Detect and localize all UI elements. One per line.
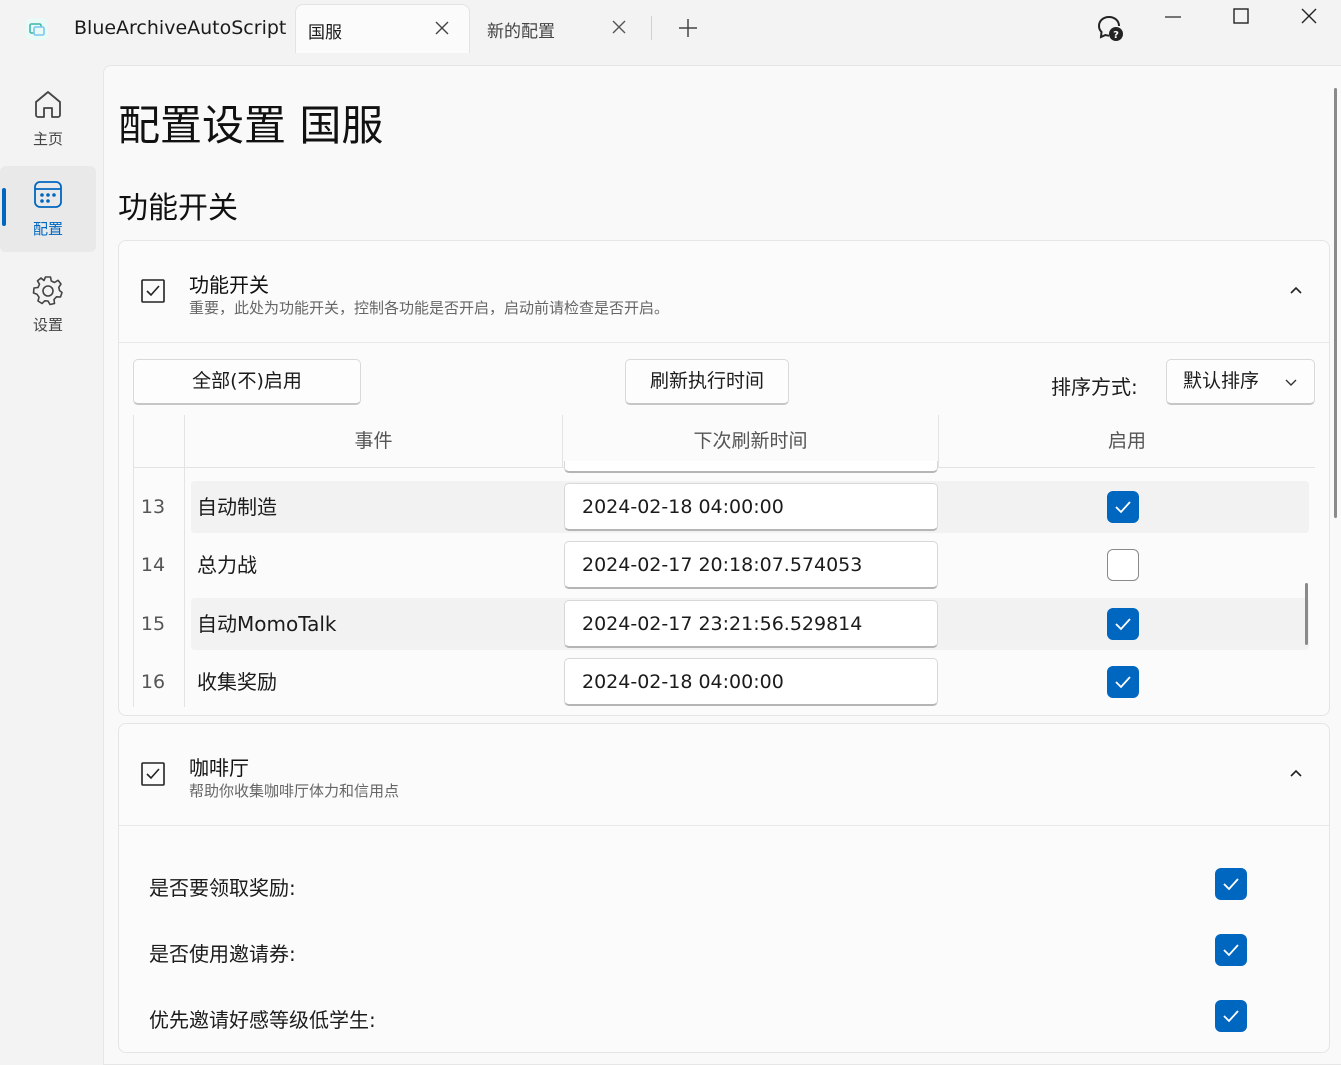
sort-select[interactable]: 默认排序	[1166, 359, 1315, 405]
refresh-time-button[interactable]: 刷新执行时间	[625, 359, 789, 405]
toggle-all-button[interactable]: 全部(不)启用	[133, 359, 361, 405]
card-description: 帮助你收集咖啡厅体力和信用点	[189, 782, 400, 800]
event-table: 事件 下次刷新时间 启用 13 自动制造 2024-02-18 04:00:00…	[133, 415, 1315, 707]
maximize-icon[interactable]	[1226, 5, 1256, 29]
checkmark-icon	[1223, 944, 1239, 957]
card-title: 功能开关	[189, 273, 269, 297]
row-number: 14	[140, 554, 166, 576]
card-header[interactable]: 功能开关 重要，此处为功能开关，控制各功能是否开启，启动前请检查是否开启。	[119, 241, 1329, 343]
checkbox-checked-icon[interactable]	[141, 762, 165, 786]
row-number: 15	[140, 613, 166, 635]
card-description: 重要，此处为功能开关，控制各功能是否开启，启动前请检查是否开启。	[189, 299, 670, 317]
close-icon[interactable]	[433, 19, 451, 37]
checkmark-icon	[1223, 878, 1239, 891]
column-header-next-refresh[interactable]: 下次刷新时间	[563, 415, 938, 467]
cafe-card: 咖啡厅 帮助你收集咖啡厅体力和信用点 是否要领取奖励: 是否使用邀请券: 优先邀…	[118, 723, 1330, 1053]
enabled-checkbox[interactable]	[1107, 666, 1139, 698]
table-row: 13 自动制造 2024-02-18 04:00:00	[133, 481, 1309, 533]
row-event-name: 收集奖励	[197, 670, 277, 694]
option-checkbox[interactable]	[1215, 868, 1247, 900]
row-number: 13	[140, 496, 166, 518]
next-refresh-input[interactable]: 2024-02-17 23:21:56.529814	[564, 600, 938, 648]
close-icon[interactable]	[610, 18, 628, 36]
checkmark-icon	[1115, 618, 1131, 631]
option-label: 是否要领取奖励:	[149, 876, 296, 900]
tab-divider	[651, 16, 652, 40]
row-number: 16	[140, 671, 166, 693]
column-header-enabled[interactable]: 启用	[939, 415, 1315, 467]
sort-value: 默认排序	[1183, 370, 1260, 392]
sort-label: 排序方式:	[1051, 375, 1138, 399]
nav-label: 配置	[32, 220, 63, 238]
option-row-claim-reward: 是否要领取奖励:	[149, 866, 1299, 906]
time-input-partial[interactable]	[564, 461, 938, 473]
help-chat-icon[interactable]: ?	[1096, 14, 1126, 44]
chevron-up-icon[interactable]	[1287, 764, 1305, 782]
row-event-name: 自动制造	[197, 495, 277, 519]
option-row-use-invite: 是否使用邀请券:	[149, 932, 1299, 972]
page-title: 配置设置 国服	[118, 101, 384, 150]
next-refresh-input[interactable]: 2024-02-17 20:18:07.574053	[564, 541, 938, 589]
nav-item-home[interactable]: 主页	[0, 76, 96, 162]
nav-label: 设置	[32, 316, 63, 334]
nav-item-settings[interactable]: 设置	[0, 262, 96, 348]
tab-label: 新的配置	[487, 22, 555, 42]
column-header-event[interactable]: 事件	[185, 415, 562, 467]
tab-new-config[interactable]: 新的配置	[474, 4, 646, 53]
svg-text:?: ?	[1113, 30, 1119, 41]
gear-icon	[32, 276, 63, 306]
next-refresh-input[interactable]: 2024-02-18 04:00:00	[564, 483, 938, 531]
section-title: 功能开关	[118, 191, 238, 226]
page-scrollbar[interactable]	[1334, 88, 1337, 518]
feature-switch-card: 功能开关 重要，此处为功能开关，控制各功能是否开启，启动前请检查是否开启。 全部…	[118, 240, 1330, 716]
next-refresh-input[interactable]: 2024-02-18 04:00:00	[564, 658, 938, 706]
enabled-checkbox[interactable]	[1107, 608, 1139, 640]
table-row: 14 总力战 2024-02-17 20:18:07.574053	[133, 539, 1309, 591]
nav-label: 主页	[32, 130, 63, 148]
table-row: 16 收集奖励 2024-02-18 04:00:00	[133, 656, 1309, 707]
tab-label: 国服	[308, 23, 342, 43]
option-checkbox[interactable]	[1215, 1000, 1247, 1032]
table-scrollbar[interactable]	[1305, 583, 1308, 645]
row-event-name: 总力战	[197, 553, 257, 577]
app-logo-icon	[26, 18, 48, 40]
card-title: 咖啡厅	[189, 756, 249, 780]
option-checkbox[interactable]	[1215, 934, 1247, 966]
window-close-icon[interactable]	[1294, 5, 1324, 29]
row-event-name: 自动MomoTalk	[197, 612, 337, 636]
tab-cn-server[interactable]: 国服	[295, 4, 470, 53]
nav-item-config[interactable]: 配置	[0, 166, 96, 252]
checkmark-icon	[1223, 1010, 1239, 1023]
home-icon	[35, 91, 61, 118]
option-row-invite-low-affection: 优先邀请好感等级低学生:	[149, 998, 1299, 1038]
table-row: 15 自动MomoTalk 2024-02-17 23:21:56.529814	[133, 598, 1309, 650]
minimize-icon[interactable]	[1158, 5, 1188, 29]
checkbox-checked-icon[interactable]	[141, 279, 165, 303]
enabled-checkbox[interactable]	[1107, 491, 1139, 523]
calendar-grid-icon	[34, 181, 62, 208]
option-label: 是否使用邀请券:	[149, 942, 296, 966]
app-title: BlueArchiveAutoScript	[74, 17, 287, 39]
title-bar: BlueArchiveAutoScript 国服 新的配置 ?	[0, 0, 1341, 58]
enabled-checkbox[interactable]	[1107, 549, 1139, 581]
add-tab-icon[interactable]	[676, 16, 700, 40]
option-label: 优先邀请好感等级低学生:	[149, 1008, 376, 1032]
card-header[interactable]: 咖啡厅 帮助你收集咖啡厅体力和信用点	[119, 724, 1329, 826]
checkmark-icon	[1115, 676, 1131, 689]
chevron-down-icon	[1285, 379, 1297, 386]
checkmark-icon	[1115, 501, 1131, 514]
chevron-up-icon[interactable]	[1287, 281, 1305, 299]
